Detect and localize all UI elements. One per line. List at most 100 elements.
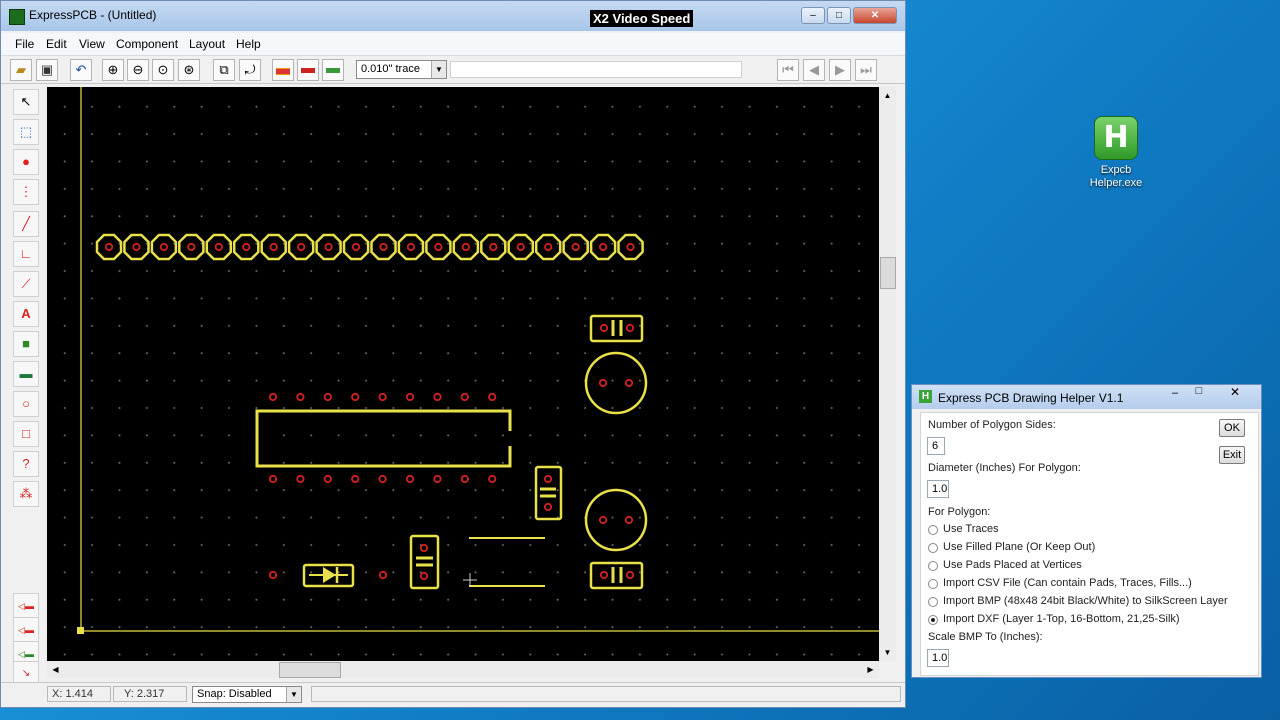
previous-page-icon[interactable]: ◀ [803, 59, 825, 81]
header-pad-outline [617, 233, 644, 261]
diode-triangle [323, 567, 336, 583]
radio-import-bmp[interactable] [928, 597, 938, 607]
for-polygon-label: For Polygon: [928, 506, 991, 518]
scroll-down-arrow[interactable]: ▼ [879, 644, 896, 661]
option-pads-vertices[interactable]: Use Pads Placed at Vertices [943, 559, 1082, 571]
header-pad-hole [544, 242, 553, 252]
trace-corner-tool-icon[interactable]: ∟ [13, 241, 39, 267]
zoom-fit-icon[interactable]: ⊙ [152, 59, 174, 81]
option-use-traces[interactable]: Use Traces [943, 523, 999, 535]
radio-import-dxf[interactable] [928, 615, 938, 625]
select-tool-icon[interactable]: ↖ [13, 89, 39, 115]
helper-maximize-button[interactable]: □ [1188, 385, 1210, 399]
rectangle-fill-tool-icon[interactable]: ▬ [13, 361, 39, 387]
radio-filled-plane[interactable] [928, 543, 938, 553]
pcb-drawing[interactable] [47, 87, 879, 661]
chevron-down-icon: ▼ [286, 687, 301, 702]
top-layer-icon[interactable] [272, 59, 294, 81]
diameter-label: Diameter (Inches) For Polygon: [928, 462, 1081, 474]
header-pad-hole [214, 242, 223, 252]
netlist-tool-icon[interactable]: ⁂ [13, 481, 39, 507]
rotate-component-icon[interactable]: ⤾ [239, 59, 261, 81]
pad-info-tool-icon[interactable]: ? [13, 451, 39, 477]
menu-help[interactable]: Help [236, 37, 261, 51]
bottom-layer-icon[interactable] [297, 59, 319, 81]
zoom-out-icon[interactable]: ⊖ [127, 59, 149, 81]
horizontal-scrollbar[interactable]: ◀ ▶ [47, 661, 879, 678]
ecap-pad [624, 515, 634, 525]
snap-select[interactable]: Snap: Disabled ▼ [192, 686, 302, 703]
top-layer-toggle-icon[interactable]: ◁▬ [13, 593, 39, 619]
header-pad-hole [626, 242, 635, 252]
zoom-window-icon[interactable]: ⊛ [178, 59, 200, 81]
maximize-button[interactable]: □ [827, 7, 851, 24]
menu-edit[interactable]: Edit [46, 37, 67, 51]
ok-button[interactable]: OK [1219, 419, 1245, 437]
last-page-icon[interactable]: ⏭ [855, 59, 877, 81]
text-tool-icon[interactable]: A [13, 301, 39, 327]
scale-input[interactable]: 1.0 [927, 649, 949, 667]
first-page-icon[interactable]: ⏮ [777, 59, 799, 81]
ic-notch [505, 431, 513, 446]
helper-title-bar[interactable]: H Express PCB Drawing Helper V1.1 – □ ✕ [912, 385, 1261, 409]
diameter-input[interactable]: 1.0 [927, 480, 949, 498]
exit-button[interactable]: Exit [1219, 446, 1245, 464]
cap-pad [599, 570, 609, 580]
diode-pad [378, 570, 388, 580]
radio-pads-vertices[interactable] [928, 561, 938, 571]
helper-minimize-button[interactable]: – [1164, 387, 1186, 401]
rectangle-tool-icon[interactable]: □ [13, 421, 39, 447]
open-folder-icon[interactable]: ▰ [10, 59, 32, 81]
menu-layout[interactable]: Layout [189, 37, 225, 51]
component-manager-icon[interactable]: ⧉ [213, 59, 235, 81]
select-area-tool-icon[interactable]: ⬚ [13, 119, 39, 145]
ic-pins [268, 392, 497, 484]
toolbar: ▰ ▣ ↶ ⊕ ⊖ ⊙ ⊛ ⧉ ⤾ 0.010" trace ▼ ⏮ ◀ ▶ ⏭ [1, 57, 905, 84]
trace-tool-icon[interactable]: ╱ [13, 211, 39, 237]
header-pad-hole [571, 242, 580, 252]
diagonal-trace-tool-icon[interactable]: ⟋ [13, 271, 39, 297]
bottom-layer-toggle-icon[interactable]: ◁▬ [13, 617, 39, 643]
circle-tool-icon[interactable]: ○ [13, 391, 39, 417]
header-pad-outline [370, 233, 397, 261]
header-pad-outline [232, 233, 260, 261]
sides-input[interactable]: 6 [927, 437, 945, 455]
header-pad-hole [516, 242, 525, 252]
trace-width-select[interactable]: 0.010" trace ▼ [356, 60, 447, 79]
desktop-icon-expcb-helper[interactable]: H Expcb Helper.exe [1084, 116, 1148, 190]
scroll-right-arrow[interactable]: ▶ [862, 661, 879, 678]
vertical-scroll-thumb[interactable] [880, 257, 896, 289]
minimize-button[interactable]: – [801, 7, 825, 24]
scroll-left-arrow[interactable]: ◀ [47, 661, 64, 678]
filled-plane-tool-icon[interactable]: ■ [13, 331, 39, 357]
zoom-in-icon[interactable]: ⊕ [102, 59, 124, 81]
option-import-csv[interactable]: Import CSV File (Can contain Pads, Trace… [943, 577, 1192, 589]
menu-component[interactable]: Component [116, 37, 178, 51]
ecap-pad [598, 378, 608, 388]
helper-close-button[interactable]: ✕ [1216, 385, 1254, 401]
option-import-bmp[interactable]: Import BMP (48x48 24bit Black/White) to … [943, 595, 1228, 607]
radio-use-traces[interactable] [928, 525, 938, 535]
scroll-up-arrow[interactable]: ▲ [879, 87, 896, 104]
horizontal-scroll-thumb[interactable] [279, 662, 341, 678]
option-import-dxf[interactable]: Import DXF (Layer 1-Top, 16-Bottom, 21,2… [943, 613, 1180, 625]
menu-file[interactable]: File [15, 37, 34, 51]
header-pad-hole [187, 242, 196, 252]
header-pad-hole [461, 242, 470, 252]
close-button[interactable]: ✕ [853, 7, 897, 24]
radio-import-csv[interactable] [928, 579, 938, 589]
place-component-tool-icon[interactable]: ⋮ [13, 179, 39, 205]
helper-app-icon: H [919, 390, 932, 403]
place-pad-tool-icon[interactable]: ● [13, 149, 39, 175]
electrolytic-cap-1 [584, 351, 648, 415]
save-icon[interactable]: ▣ [36, 59, 58, 81]
undo-icon[interactable]: ↶ [70, 59, 92, 81]
cap-pad [419, 543, 429, 553]
title-bar[interactable]: ExpressPCB - (Untitled) – □ ✕ [1, 1, 905, 31]
option-filled-plane[interactable]: Use Filled Plane (Or Keep Out) [943, 541, 1095, 553]
next-page-icon[interactable]: ▶ [829, 59, 851, 81]
menu-view[interactable]: View [79, 37, 105, 51]
vertical-scrollbar[interactable]: ▲ ▼ [879, 87, 896, 661]
silkscreen-layer-icon[interactable] [322, 59, 344, 81]
pcb-canvas[interactable] [47, 87, 879, 661]
